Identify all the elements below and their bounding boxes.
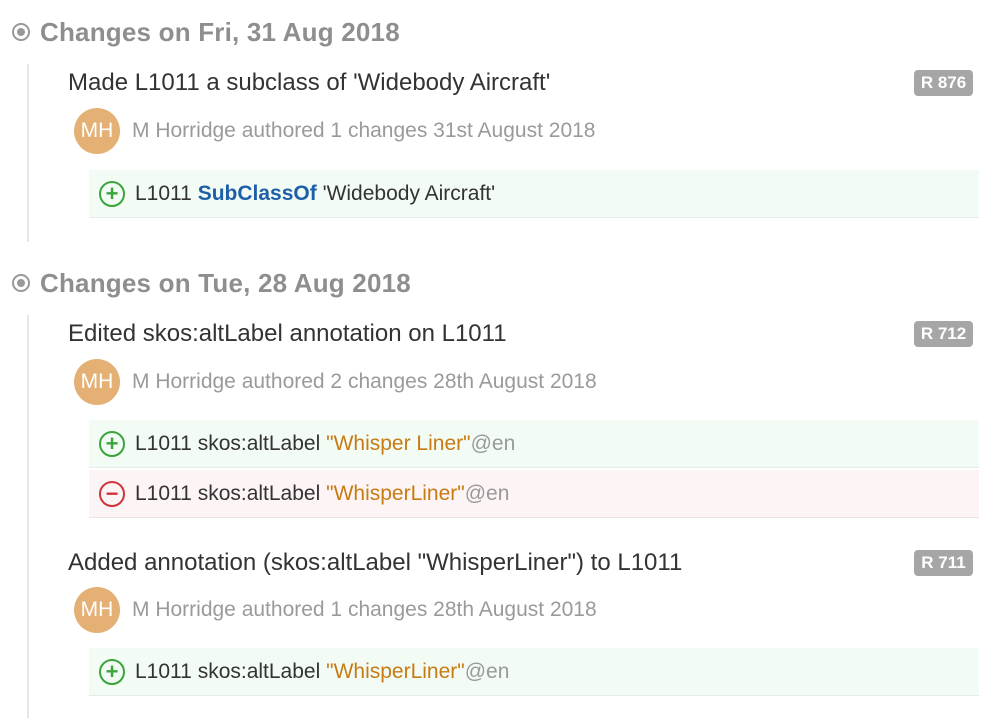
day-header: Changes on Tue, 28 Aug 2018 [12,267,411,299]
axiom-lang: @en [464,481,510,505]
axiom-property: skos:altLabel [197,431,321,455]
plus-circle-icon: + [99,180,125,207]
axiom-object: 'Widebody Aircraft' [322,181,496,205]
author-line: M Horridge authored 2 changes 28th Augus… [132,370,597,393]
revision-badge[interactable]: R 711 [914,550,973,576]
change-title: Edited skos:altLabel annotation on L1011 [68,320,507,347]
axiom-literal: "Whisper Liner" [326,431,471,455]
author-row: MH M Horridge authored 1 changes 31st Au… [74,108,595,154]
axiom-subject: L1011 [135,659,192,683]
change-title: Made L1011 a subclass of 'Widebody Aircr… [68,69,551,96]
day-title: Changes on Fri, 31 Aug 2018 [40,16,400,47]
change-title: Added annotation (skos:altLabel "Whisper… [68,549,683,576]
axiom-subject: L1011 [135,481,192,505]
change-row-added: + L1011 skos:altLabel "Whisper Liner"@en [89,420,979,468]
avatar: MH [74,108,120,154]
axiom-subject: L1011 [135,181,192,205]
timeline-rail [27,315,29,718]
axiom-keyword: SubClassOf [197,181,317,205]
axiom-lang: @en [470,431,516,455]
day-header: Changes on Fri, 31 Aug 2018 [12,16,400,48]
avatar: MH [74,587,120,633]
axiom-property: skos:altLabel [197,659,321,683]
avatar: MH [74,359,120,405]
author-line: M Horridge authored 1 changes 28th Augus… [132,598,597,621]
revision-badge[interactable]: R 876 [914,70,973,96]
author-row: MH M Horridge authored 2 changes 28th Au… [74,359,597,405]
change-row-added: + L1011 skos:altLabel "WhisperLiner"@en [89,648,979,696]
timeline-rail [27,64,29,242]
author-line: M Horridge authored 1 changes 31st Augus… [132,119,596,142]
axiom-literal: "WhisperLiner" [326,659,465,683]
timeline-dot-icon [12,23,30,41]
change-row-added: + L1011 SubClassOf 'Widebody Aircraft' [89,170,979,218]
axiom-text: L1011 skos:altLabel "WhisperLiner"@en [135,660,509,684]
minus-circle-icon: − [99,480,125,507]
axiom-text: L1011 SubClassOf 'Widebody Aircraft' [135,182,495,206]
plus-circle-icon: + [99,658,125,685]
change-row-removed: − L1011 skos:altLabel "WhisperLiner"@en [89,470,979,518]
author-row: MH M Horridge authored 1 changes 28th Au… [74,587,597,633]
axiom-literal: "WhisperLiner" [326,481,465,505]
revision-badge[interactable]: R 712 [914,321,973,347]
axiom-lang: @en [464,659,510,683]
plus-circle-icon: + [99,430,125,457]
timeline-dot-icon [12,274,30,292]
axiom-property: skos:altLabel [197,481,321,505]
axiom-subject: L1011 [135,431,192,455]
axiom-text: L1011 skos:altLabel "WhisperLiner"@en [135,482,509,506]
axiom-text: L1011 skos:altLabel "Whisper Liner"@en [135,432,515,456]
day-title: Changes on Tue, 28 Aug 2018 [40,267,411,298]
